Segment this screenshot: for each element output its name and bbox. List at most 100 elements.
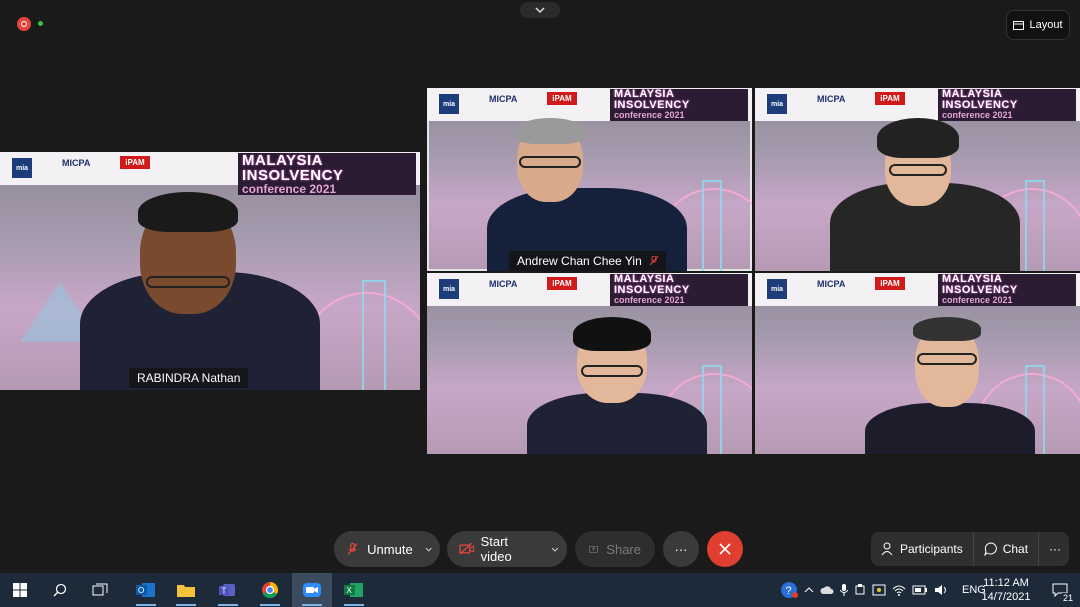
- micpa-logo: MICPA: [817, 279, 846, 289]
- start-video-button[interactable]: Start video: [447, 531, 567, 567]
- outlook-icon: O: [136, 583, 155, 597]
- participant-glasses: [917, 353, 977, 365]
- micpa-logo: MICPA: [817, 94, 846, 104]
- conference-banner: mia MICPA iPAM MALAYSIA INSOLVENCY confe…: [427, 88, 752, 121]
- participant-hair: [515, 118, 585, 144]
- mia-logo: mia: [767, 94, 787, 114]
- collapse-toolbar-button[interactable]: [520, 2, 560, 18]
- folder-icon: [177, 585, 195, 597]
- unmute-button[interactable]: Unmute: [334, 531, 440, 567]
- video-tile[interactable]: mia MICPA iPAM MALAYSIA INSOLVENCY confe…: [427, 88, 752, 271]
- microphone-tray-icon[interactable]: [840, 584, 848, 596]
- more-options-button[interactable]: ···: [663, 531, 699, 567]
- background-column: [362, 280, 386, 390]
- chevron-down-icon: [535, 7, 545, 13]
- ipam-logo: iPAM: [875, 277, 905, 290]
- micpa-logo: MICPA: [489, 94, 518, 104]
- participant-name: Andrew Chan Chee Yin: [517, 254, 642, 268]
- video-options-chevron-icon[interactable]: [551, 547, 559, 552]
- participants-button[interactable]: Participants: [871, 532, 973, 566]
- svg-text:X: X: [347, 586, 353, 595]
- mia-logo: mia: [439, 94, 459, 114]
- battery-icon[interactable]: [912, 585, 928, 595]
- conference-banner: mia MICPA iPAM MALAYSIA INSOLVENCY confe…: [0, 152, 420, 195]
- security-icon[interactable]: [872, 584, 886, 596]
- recording-icon: [17, 17, 31, 31]
- conference-banner: mia MICPA iPAM MALAYSIA INSOLVENCY confe…: [427, 273, 752, 306]
- video-tile[interactable]: mia MICPA iPAM MALAYSIA INSOLVENCY confe…: [427, 273, 752, 454]
- mia-logo: mia: [767, 279, 787, 299]
- participant-glasses: [889, 164, 947, 176]
- ipam-logo: iPAM: [120, 156, 150, 169]
- chrome-icon: [262, 581, 279, 599]
- video-tile[interactable]: mia MICPA iPAM MALAYSIA INSOLVENCY confe…: [755, 273, 1080, 454]
- banner-line3: conference 2021: [942, 110, 1013, 120]
- right-panel-controls: Participants Chat ···: [871, 532, 1069, 566]
- participant-glasses: [146, 276, 230, 288]
- chevron-up-icon[interactable]: [804, 587, 814, 593]
- wifi-icon[interactable]: [892, 584, 906, 596]
- leave-meeting-button[interactable]: [707, 531, 743, 567]
- ipam-logo: iPAM: [875, 92, 905, 105]
- micpa-logo: MICPA: [62, 158, 91, 168]
- system-clock[interactable]: 11:12 AM 14/7/2021: [976, 576, 1036, 604]
- conference-banner: mia MICPA iPAM MALAYSIA INSOLVENCY confe…: [755, 88, 1080, 121]
- clock-date: 14/7/2021: [981, 591, 1031, 603]
- right-more-button[interactable]: ···: [1038, 532, 1071, 566]
- excel-icon: X: [344, 583, 363, 597]
- layout-label: Layout: [1029, 19, 1063, 31]
- svg-text:O: O: [138, 586, 144, 595]
- participant-name-label: RABINDRA Nathan: [129, 368, 249, 388]
- banner-title: MALAYSIA INSOLVENCY conference 2021: [238, 153, 416, 195]
- background-column: [702, 180, 722, 271]
- file-explorer-app[interactable]: [166, 573, 206, 607]
- share-label: Share: [606, 541, 641, 557]
- layout-icon: [1013, 20, 1025, 30]
- chrome-app[interactable]: [250, 573, 290, 607]
- help-icon[interactable]: ?: [780, 581, 798, 599]
- encryption-status-icon: [38, 21, 43, 26]
- svg-text:?: ?: [786, 585, 792, 597]
- teams-icon: T: [219, 584, 235, 596]
- video-off-icon: [459, 543, 475, 555]
- outlook-app[interactable]: O: [126, 573, 166, 607]
- banner-line3: conference 2021: [242, 182, 337, 196]
- unmute-options-chevron-icon[interactable]: [425, 547, 432, 552]
- search-button[interactable]: [40, 573, 80, 607]
- participant-glasses: [519, 156, 581, 168]
- banner-title: MALAYSIA INSOLVENCY conference 2021: [610, 89, 748, 121]
- video-tile[interactable]: mia MICPA iPAM MALAYSIA INSOLVENCY confe…: [755, 88, 1080, 271]
- participants-icon: [881, 542, 893, 556]
- unmute-label: Unmute: [367, 541, 413, 557]
- ipam-logo: iPAM: [547, 92, 577, 105]
- muted-microphone-icon: [649, 256, 658, 266]
- windows-start-button[interactable]: [0, 573, 40, 607]
- ipam-logo: iPAM: [547, 277, 577, 290]
- participant-glasses: [581, 365, 643, 377]
- banner-title: MALAYSIA INSOLVENCY conference 2021: [610, 274, 748, 306]
- conference-banner: mia MICPA iPAM MALAYSIA INSOLVENCY confe…: [755, 273, 1080, 306]
- teams-app[interactable]: T: [208, 573, 248, 607]
- participant-hair: [138, 192, 238, 232]
- more-dots-icon: ···: [1049, 542, 1062, 556]
- chat-button[interactable]: Chat: [972, 532, 1038, 566]
- cloud-drive-icon[interactable]: [820, 585, 834, 595]
- banner-line3: conference 2021: [614, 295, 685, 305]
- participant-body: [865, 403, 1035, 454]
- chat-label: Chat: [1002, 542, 1029, 556]
- usb-device-icon[interactable]: [854, 584, 866, 596]
- participant-hair: [573, 317, 651, 351]
- zoom-app[interactable]: [292, 573, 332, 607]
- banner-line2: INSOLVENCY: [242, 167, 344, 184]
- excel-app[interactable]: X: [334, 573, 374, 607]
- layout-button[interactable]: Layout: [1006, 10, 1070, 40]
- video-tile-speaker[interactable]: mia MICPA iPAM MALAYSIA INSOLVENCY confe…: [0, 152, 420, 390]
- notification-center-button[interactable]: 21: [1040, 573, 1080, 607]
- search-icon: [53, 583, 67, 597]
- svg-text:T: T: [222, 587, 227, 596]
- volume-icon[interactable]: [934, 584, 948, 596]
- share-button[interactable]: Share: [575, 531, 655, 567]
- banner-title: MALAYSIA INSOLVENCY conference 2021: [938, 274, 1076, 306]
- banner-line3: conference 2021: [942, 295, 1013, 305]
- task-view-button[interactable]: [80, 573, 120, 607]
